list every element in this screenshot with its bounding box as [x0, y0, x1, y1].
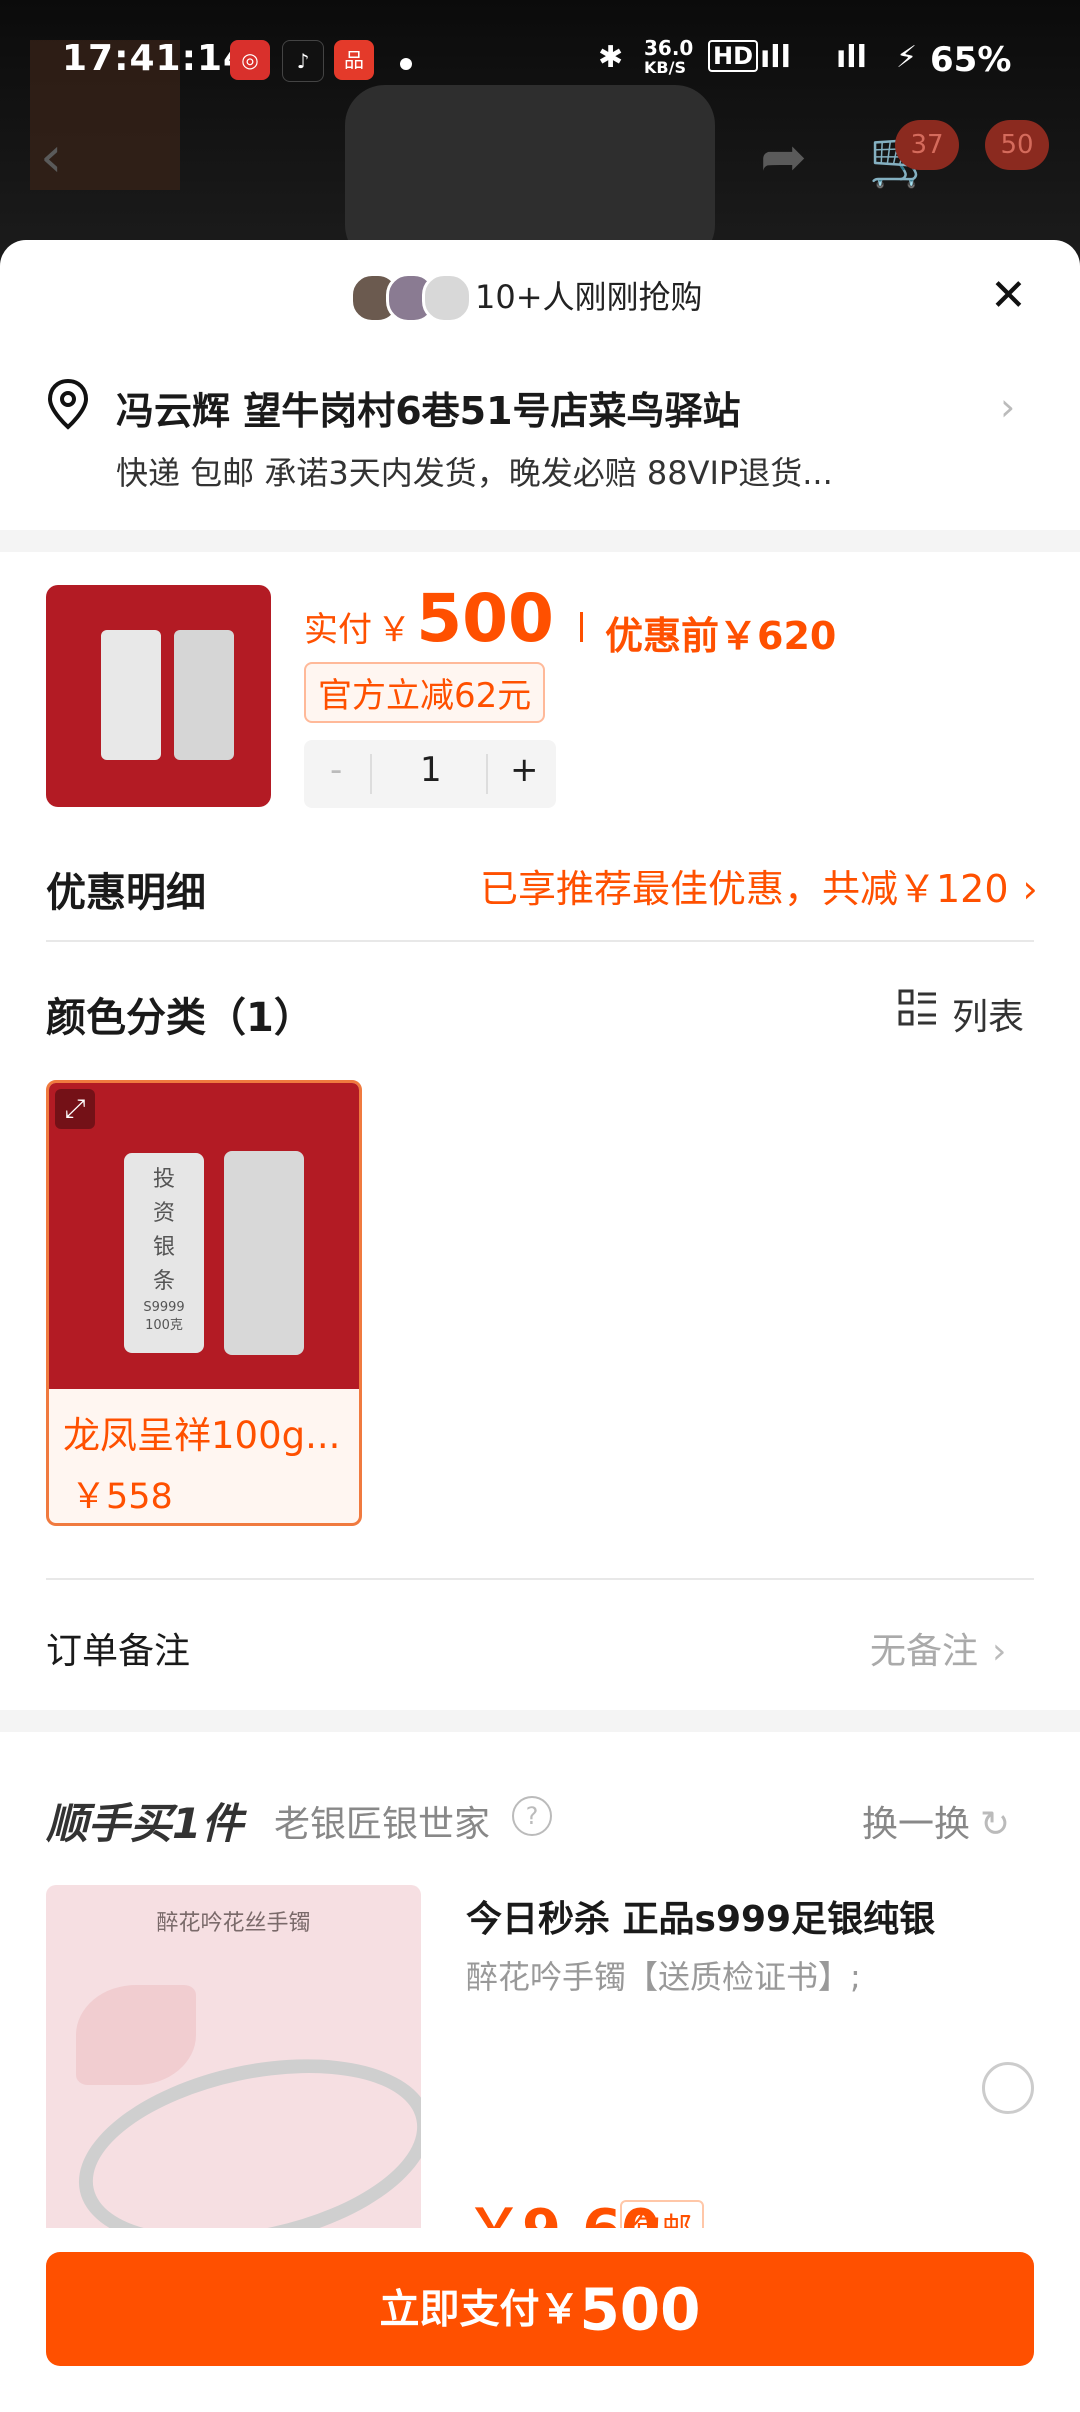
variant-option[interactable]: 投 资 银 条 S9999 100克 ⤢ 龙凤呈祥100g... ￥558: [46, 1080, 362, 1526]
close-icon[interactable]: ✕: [990, 270, 1027, 321]
decrease-button[interactable]: -: [330, 750, 342, 790]
message-count-badge: 50: [985, 120, 1049, 170]
add-on-product-title[interactable]: 今日秒杀 正品s999足银纯银: [466, 1890, 935, 1942]
add-on-product-subtitle: 醉花吟手镯【送质检证书】;: [466, 1958, 861, 1996]
shop-app-icon: 品: [334, 40, 374, 80]
silver-bar-image: [101, 630, 161, 760]
signal-5g-icon-2: ıll: [836, 40, 867, 75]
location-pin-icon: [46, 378, 90, 434]
increase-button[interactable]: +: [510, 750, 539, 790]
back-icon[interactable]: ‹: [40, 125, 62, 190]
add-on-product-image[interactable]: 醉花吟花丝手镯: [46, 1885, 421, 2260]
clock: 17:41:14: [62, 38, 250, 79]
product-thumbnail[interactable]: [46, 585, 271, 807]
order-remark-value[interactable]: 无备注 ›: [870, 1622, 1006, 1674]
variant-image: 投 资 银 条 S9999 100克: [49, 1083, 359, 1389]
coupon-badge: 官方立减62元: [304, 662, 546, 723]
variant-section-title: 颜色分类（1）: [46, 995, 314, 1041]
order-sheet: 10+人刚刚抢购 ✕ 冯云辉 望牛岗村6巷51号店菜鸟驿站 快递 包邮 承诺3天…: [0, 240, 1080, 2412]
discount-summary[interactable]: 已享推荐最佳优惠，共减￥120 ›: [480, 858, 1038, 913]
quantity-stepper: - 1 +: [304, 740, 556, 808]
network-speed: 36.0 KB/S: [644, 36, 694, 77]
signal-5g-icon: ıll: [760, 40, 791, 75]
list-view-toggle[interactable]: 列表: [952, 988, 1024, 1040]
tiktok-app-icon: ♪: [282, 40, 324, 82]
price-separator: [580, 612, 583, 642]
bluetooth-icon: ✱: [598, 40, 624, 75]
charging-icon: ⚡: [896, 40, 918, 75]
delivery-promise: 快递 包邮 承诺3天内发货，晚发必赔 88VIP退货...: [116, 454, 833, 492]
divider: [46, 1578, 1034, 1580]
actual-price: 实付 ￥ 500: [304, 580, 554, 657]
status-bar: 17:41:14 ◎ ♪ 品 ✱ 36.0 KB/S HD ıll ıll ⚡ …: [0, 38, 1080, 88]
add-on-shop-name: 老银匠银世家: [274, 1804, 491, 1845]
quantity-value[interactable]: 1: [420, 750, 442, 790]
background-product-image: [345, 85, 715, 265]
cart-count-badge: 37: [895, 120, 959, 170]
order-remark-label: 订单备注: [46, 1631, 191, 1672]
notification-dot: [400, 58, 412, 70]
bank-app-icon: ◎: [230, 40, 270, 80]
section-divider: [0, 1710, 1080, 1732]
chevron-right-icon[interactable]: ›: [1000, 385, 1015, 429]
silver-bar-front: 投 资 银 条 S9999 100克: [124, 1153, 204, 1353]
divider: [46, 940, 1034, 942]
image-caption: 醉花吟花丝手镯: [156, 1911, 311, 1936]
silver-bar-image: [174, 630, 234, 760]
list-view-icon[interactable]: [898, 988, 938, 1028]
silver-bar-back: [224, 1151, 304, 1355]
expand-icon[interactable]: ⤢: [55, 1089, 95, 1129]
swap-button[interactable]: 换一换 ↻: [862, 1795, 1010, 1847]
hd-icon: HD: [708, 40, 759, 72]
avatar: [422, 273, 472, 323]
share-icon[interactable]: ➦: [760, 125, 807, 190]
stepper-divider: [486, 754, 488, 794]
variant-price: ￥558: [71, 1477, 173, 1517]
variant-name: 龙凤呈祥100g...: [63, 1414, 341, 1457]
recent-buyers-text: 10+人刚刚抢购: [475, 278, 703, 316]
stepper-divider: [370, 754, 372, 794]
help-icon[interactable]: ?: [512, 1796, 552, 1836]
add-on-select-radio[interactable]: [982, 2062, 1034, 2114]
add-on-title: 顺手买1件: [46, 1799, 244, 1848]
butterfly-decoration: [76, 1985, 196, 2085]
pay-now-button[interactable]: 立即支付￥500: [46, 2252, 1034, 2366]
battery-level: 65%: [930, 40, 1012, 80]
pre-discount-price: 优惠前￥620: [605, 614, 837, 658]
discount-detail-label: 优惠明细: [46, 870, 206, 916]
refresh-icon: ↻: [980, 1804, 1011, 1845]
section-divider: [0, 530, 1080, 552]
address-recipient[interactable]: 冯云辉 望牛岗村6巷51号店菜鸟驿站: [116, 380, 741, 435]
